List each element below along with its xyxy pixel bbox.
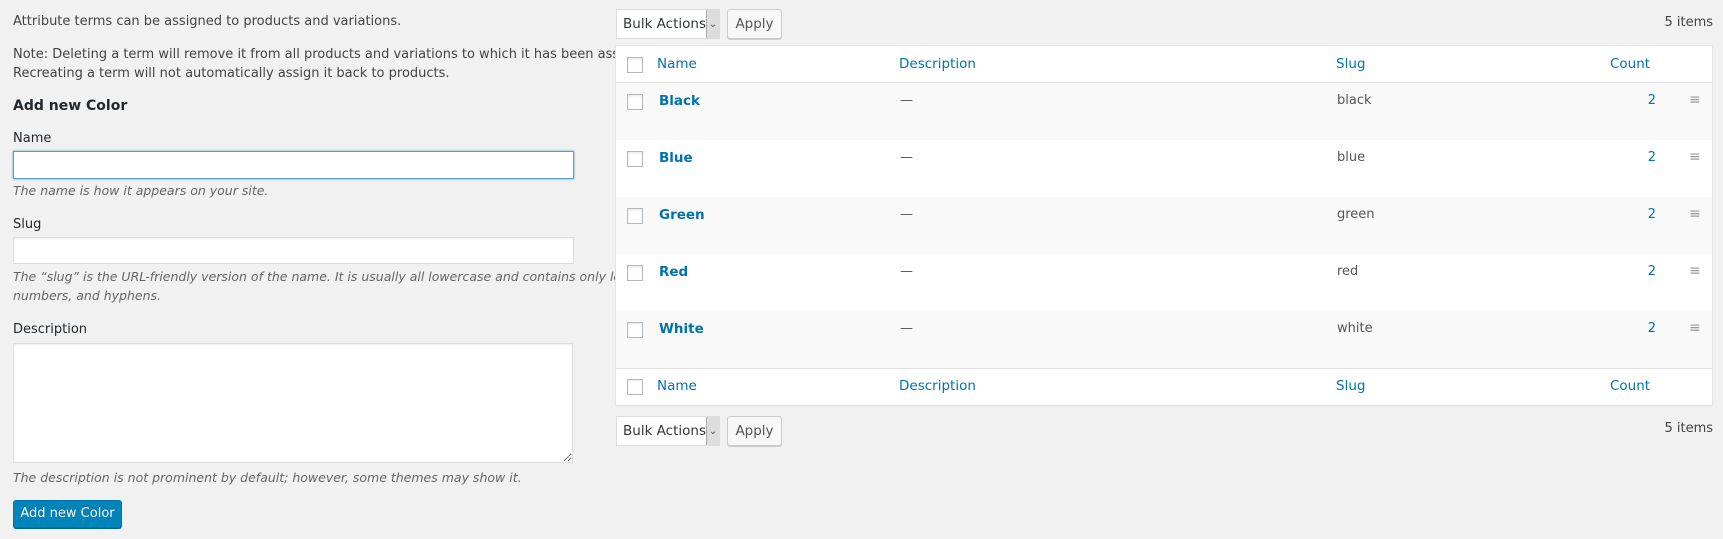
drag-handle-icon[interactable]: ≡: [1689, 318, 1701, 338]
term-name-link[interactable]: Red: [659, 262, 688, 282]
terms-table: Name Description Slug Count Black — blac…: [615, 45, 1713, 406]
column-header-slug[interactable]: Slug: [1336, 54, 1365, 74]
slug-label: Slug: [13, 217, 42, 232]
table-row: White — white 2 ≡: [616, 311, 1712, 368]
name-hint: The name is how it appears on your site.: [13, 183, 269, 198]
slug-input[interactable]: [13, 237, 574, 264]
drag-handle-icon[interactable]: ≡: [1689, 147, 1701, 167]
select-all-checkbox[interactable]: [627, 57, 643, 73]
term-slug: blue: [1337, 150, 1366, 165]
table-row: Black — black 2 ≡: [616, 83, 1712, 140]
term-description: —: [900, 207, 913, 222]
term-slug: white: [1337, 321, 1373, 336]
slug-hint-line1: The “slug” is the URL-friendly version o…: [13, 269, 655, 284]
items-count-bottom: 5 items: [1664, 421, 1713, 436]
bulk-actions-selected: Bulk Actions: [623, 423, 706, 439]
name-input[interactable]: [13, 151, 574, 179]
apply-button-bottom[interactable]: Apply: [727, 416, 782, 446]
drag-handle-icon[interactable]: ≡: [1689, 90, 1701, 110]
table-header: Name Description Slug Count: [616, 46, 1712, 83]
description-textarea[interactable]: [13, 343, 573, 463]
column-footer-count[interactable]: Count: [1610, 376, 1650, 396]
drag-handle-icon[interactable]: ≡: [1689, 261, 1701, 281]
description-hint: The description is not prominent by defa…: [13, 470, 522, 485]
bulk-actions-select-top[interactable]: Bulk Actions ⌄: [616, 9, 720, 39]
term-slug: red: [1337, 264, 1359, 279]
row-checkbox[interactable]: [627, 151, 643, 167]
term-count-link[interactable]: 2: [1616, 262, 1656, 282]
term-count-link[interactable]: 2: [1616, 205, 1656, 225]
row-checkbox[interactable]: [627, 94, 643, 110]
slug-hint-line2: numbers, and hyphens.: [13, 288, 162, 303]
term-name-link[interactable]: Black: [659, 91, 700, 111]
column-footer-slug[interactable]: Slug: [1336, 376, 1365, 396]
term-description: —: [900, 264, 913, 279]
bulk-actions-select-bottom[interactable]: Bulk Actions ⌄: [616, 416, 720, 446]
column-header-count[interactable]: Count: [1610, 54, 1650, 74]
table-row: Red — red 2 ≡: [616, 254, 1712, 311]
column-header-name[interactable]: Name: [657, 54, 697, 74]
bulk-actions-selected: Bulk Actions: [623, 16, 706, 32]
chevron-down-icon: ⌄: [706, 417, 719, 445]
form-title: Add new Color: [13, 98, 128, 114]
row-checkbox[interactable]: [627, 265, 643, 281]
term-name-link[interactable]: Blue: [659, 148, 693, 168]
term-count-link[interactable]: 2: [1616, 148, 1656, 168]
term-count-link[interactable]: 2: [1616, 319, 1656, 339]
drag-handle-icon[interactable]: ≡: [1689, 204, 1701, 224]
term-slug: green: [1337, 207, 1375, 222]
table-row: Blue — blue 2 ≡: [616, 140, 1712, 197]
column-footer-description[interactable]: Description: [899, 376, 976, 396]
chevron-down-icon: ⌄: [706, 10, 719, 38]
term-description: —: [900, 93, 913, 108]
term-description: —: [900, 150, 913, 165]
intro-text: Attribute terms can be assigned to produ…: [13, 14, 402, 29]
term-name-link[interactable]: Green: [659, 205, 705, 225]
note-text-line2: Recreating a term will not automatically…: [13, 66, 450, 81]
term-description: —: [900, 321, 913, 336]
add-new-color-button[interactable]: Add new Color: [13, 500, 122, 528]
note-text-line1: Note: Deleting a term will remove it fro…: [13, 47, 660, 62]
name-label: Name: [13, 131, 52, 146]
table-footer: Name Description Slug Count: [616, 368, 1712, 405]
description-label: Description: [13, 322, 88, 337]
column-header-description[interactable]: Description: [899, 54, 976, 74]
select-all-checkbox-footer[interactable]: [627, 379, 643, 395]
term-name-link[interactable]: White: [659, 319, 704, 339]
row-checkbox[interactable]: [627, 322, 643, 338]
term-slug: black: [1337, 93, 1372, 108]
apply-button-top[interactable]: Apply: [727, 9, 782, 39]
row-checkbox[interactable]: [627, 208, 643, 224]
term-count-link[interactable]: 2: [1616, 91, 1656, 111]
table-row: Green — green 2 ≡: [616, 197, 1712, 254]
column-footer-name[interactable]: Name: [657, 376, 697, 396]
items-count-top: 5 items: [1664, 15, 1713, 30]
